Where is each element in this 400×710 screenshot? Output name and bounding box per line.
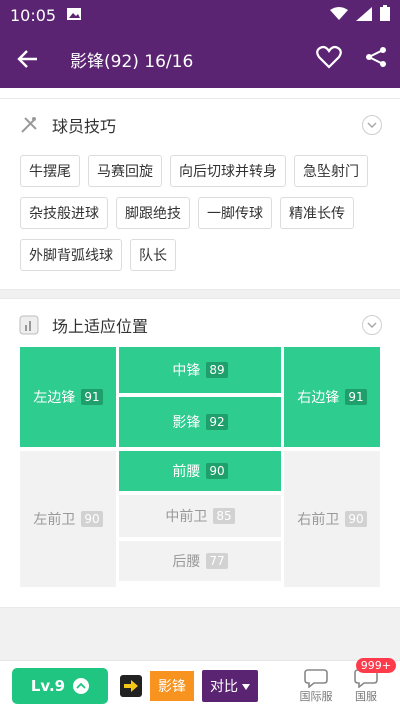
position-label: 影锋 [172, 415, 201, 431]
compare-button[interactable]: 对比 [202, 669, 258, 702]
image-icon [66, 6, 82, 25]
wifi-icon [330, 6, 348, 25]
skills-title: 球员技巧 [52, 117, 117, 136]
skills-header[interactable]: 球员技巧 [0, 99, 400, 147]
position-select-button[interactable]: 影锋 [150, 670, 194, 701]
skill-tag[interactable]: 杂技般进球 [20, 197, 108, 229]
skill-tags: 牛摆尾 马赛回旋 向后切球并转身 急坠射门 杂技般进球 脚跟绝技 一脚传球 精准… [0, 147, 400, 289]
position-cf[interactable]: 影锋 92 [119, 397, 281, 447]
position-rm[interactable]: 右前卫 90 [284, 451, 380, 587]
position-cam[interactable]: 前腰 90 [119, 451, 281, 491]
position-label: 中锋 [172, 363, 201, 379]
pitch-chart-icon [18, 314, 40, 336]
server-cn-label: 国服 [355, 689, 377, 703]
heart-icon [316, 45, 342, 69]
skill-tag[interactable]: 队长 [130, 239, 176, 271]
server-intl-button[interactable]: 国际服 [294, 668, 338, 704]
battery-icon [380, 5, 390, 25]
skill-tag[interactable]: 向后切球并转身 [170, 155, 286, 187]
share-icon [366, 47, 386, 67]
chat-bubble-icon [304, 668, 328, 688]
level-label: Lv.9 [30, 676, 66, 695]
positions-header[interactable]: 场上适应位置 [0, 299, 400, 347]
positions-title: 场上适应位置 [52, 317, 149, 336]
app-bar: 影锋(92) 16/16 [0, 30, 400, 88]
position-rating: 90 [81, 511, 103, 527]
chevron-down-icon[interactable] [362, 315, 382, 335]
skill-tag[interactable]: 外脚背弧线球 [20, 239, 122, 271]
skill-tag[interactable]: 牛摆尾 [20, 155, 80, 187]
position-rating: 89 [206, 362, 228, 378]
level-button[interactable]: Lv.9 [12, 667, 108, 704]
skill-tag[interactable]: 一脚传球 [198, 197, 272, 229]
position-lm[interactable]: 左前卫 90 [20, 451, 116, 587]
position-label: 右前卫 [297, 512, 340, 528]
skill-tag[interactable]: 精准长传 [280, 197, 354, 229]
compare-label: 对比 [210, 678, 238, 695]
status-time: 10:05 [10, 5, 57, 25]
position-grid: 左边锋 91 中锋 89 影锋 92 右边锋 91 前腰 90 左前卫 90 中… [20, 347, 380, 607]
position-st[interactable]: 中锋 89 [119, 347, 281, 393]
position-label: 左前卫 [33, 512, 76, 528]
chevron-up-icon [73, 677, 90, 694]
position-label: 中前卫 [165, 509, 208, 525]
position-rating: 92 [206, 414, 228, 430]
position-cdm[interactable]: 后腰 77 [119, 541, 281, 581]
position-rating: 90 [206, 463, 228, 479]
server-intl-label: 国际服 [299, 689, 333, 703]
position-label: 右边锋 [297, 390, 340, 406]
position-lw[interactable]: 左边锋 91 [20, 347, 116, 447]
position-label: 左边锋 [33, 390, 76, 406]
caret-down-icon [242, 678, 250, 694]
bottom-bar: Lv.9 影锋 对比 国际服 999+ 国服 [0, 657, 400, 710]
skills-icon [18, 114, 40, 136]
status-bar: 10:05 [0, 0, 400, 30]
position-label: 后腰 [172, 554, 201, 570]
position-cm[interactable]: 中前卫 85 [119, 495, 281, 537]
favorite-button[interactable] [316, 45, 342, 73]
back-button[interactable] [12, 43, 44, 75]
skill-tag[interactable]: 脚跟绝技 [116, 197, 190, 229]
page-title: 影锋(92) 16/16 [70, 51, 194, 72]
skill-tag[interactable]: 马赛回旋 [88, 155, 162, 187]
position-label: 前腰 [172, 464, 201, 480]
position-rating: 85 [213, 508, 235, 524]
skills-card: 球员技巧 牛摆尾 马赛回旋 向后切球并转身 急坠射门 杂技般进球 脚跟绝技 一脚… [0, 98, 400, 290]
server-cn-button[interactable]: 999+ 国服 [344, 657, 396, 704]
chevron-down-icon[interactable] [362, 115, 382, 135]
skill-tag[interactable]: 急坠射门 [294, 155, 368, 187]
position-rating: 91 [81, 389, 103, 405]
position-rating: 91 [345, 389, 367, 405]
back-arrow-icon [17, 50, 37, 68]
share-button[interactable] [364, 45, 388, 73]
positions-card: 场上适应位置 左边锋 91 中锋 89 影锋 92 右边锋 91 前腰 90 左… [0, 298, 400, 608]
arrow-right-icon [120, 674, 142, 697]
position-rating: 90 [345, 511, 367, 527]
notification-badge: 999+ [355, 657, 396, 673]
signal-icon [356, 6, 372, 25]
position-rating: 77 [206, 553, 228, 569]
content-scroll[interactable]: 球员技巧 牛摆尾 马赛回旋 向后切球并转身 急坠射门 杂技般进球 脚跟绝技 一脚… [0, 88, 400, 660]
position-rw[interactable]: 右边锋 91 [284, 347, 380, 447]
